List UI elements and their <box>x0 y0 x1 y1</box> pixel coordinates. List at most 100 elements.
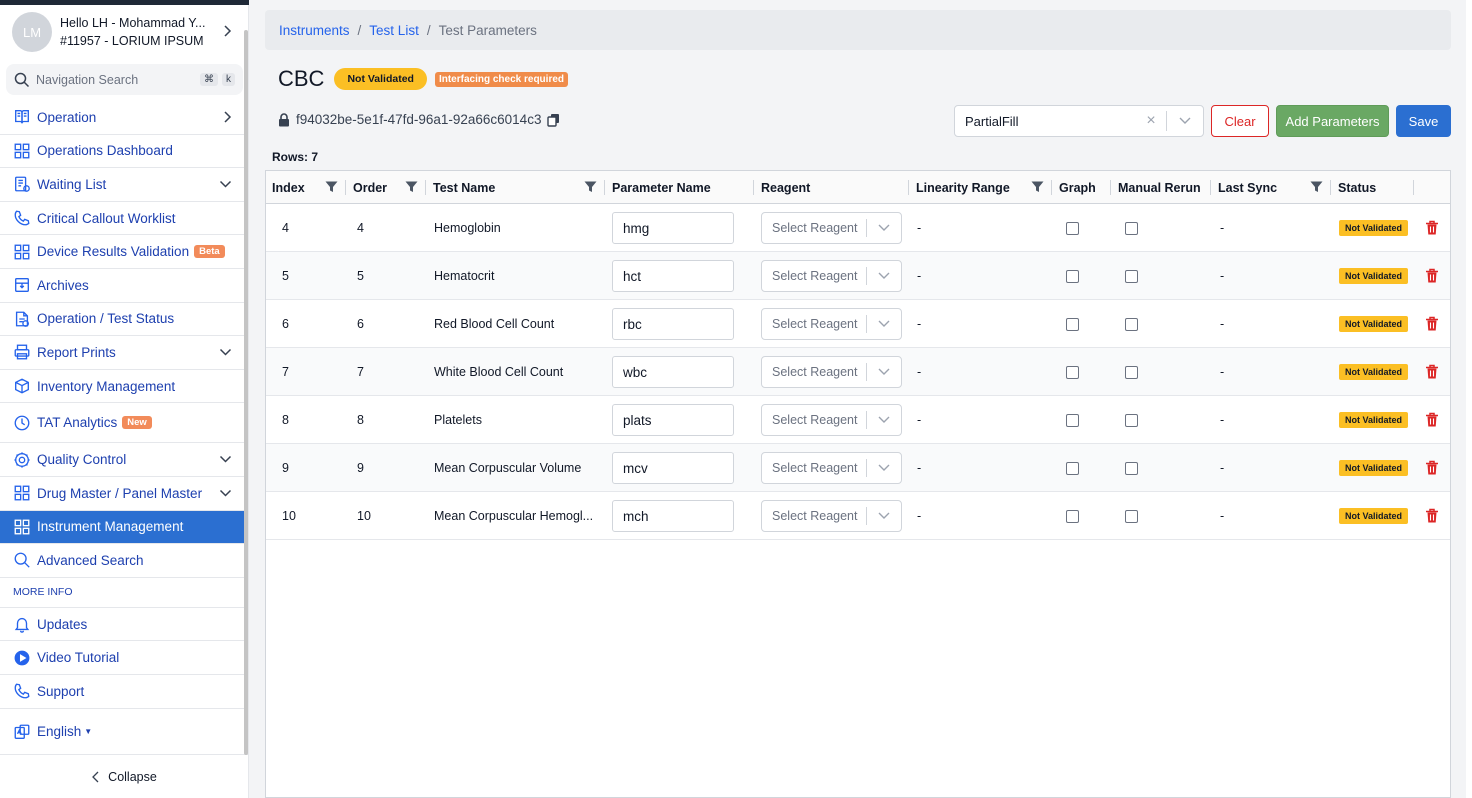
nav-item-operation[interactable]: Operation <box>0 101 244 135</box>
manual-rerun-checkbox[interactable] <box>1125 413 1138 427</box>
chevron-down-icon[interactable] <box>867 368 901 376</box>
user-profile[interactable]: LM Hello LH - Mohammad Y... #11957 - LOR… <box>0 5 244 59</box>
column-header-test-name[interactable]: Test Name <box>427 171 605 204</box>
graph-checkbox[interactable] <box>1066 413 1079 427</box>
grid-icon <box>12 141 32 161</box>
fill-mode-select[interactable]: PartialFill × <box>954 105 1204 137</box>
nav-item-waiting-list[interactable]: Waiting List <box>0 168 244 202</box>
nav-item-drug-master-panel-master[interactable]: Drug Master / Panel Master <box>0 477 244 511</box>
nav-item-updates[interactable]: Updates <box>0 608 244 642</box>
chevron-right-icon[interactable] <box>222 24 232 41</box>
chevron-down-icon[interactable] <box>867 416 901 424</box>
delete-icon[interactable] <box>1425 348 1439 396</box>
chevron-down-icon[interactable] <box>867 320 901 328</box>
breadcrumb-test-list[interactable]: Test List <box>369 23 419 38</box>
nav-item-tat-analytics[interactable]: TAT Analytics New <box>0 403 244 444</box>
collapse-button[interactable]: Collapse <box>0 754 249 798</box>
filter-icon[interactable] <box>584 181 597 196</box>
nav-item-critical-callout-worklist[interactable]: Critical Callout Worklist <box>0 202 244 236</box>
manual-rerun-checkbox[interactable] <box>1125 221 1138 235</box>
column-header-index[interactable]: Index <box>266 171 346 204</box>
reagent-select[interactable]: Select Reagent <box>761 404 902 436</box>
parameter-name-input[interactable]: mch <box>612 500 734 532</box>
reagent-select[interactable]: Select Reagent <box>761 260 902 292</box>
parameter-name-input[interactable]: rbc <box>612 308 734 340</box>
chevron-down-icon[interactable] <box>867 464 901 472</box>
manual-rerun-checkbox[interactable] <box>1125 269 1138 283</box>
manual-rerun-checkbox[interactable] <box>1125 317 1138 331</box>
column-header-manual-rerun[interactable]: Manual Rerun <box>1112 171 1211 204</box>
chevron-down-icon[interactable] <box>1167 117 1203 125</box>
nav-item-archives[interactable]: Archives <box>0 269 244 303</box>
nav-item-device-results-validation[interactable]: Device Results Validation Beta <box>0 235 244 269</box>
nav-item-operation-test-status[interactable]: Operation / Test Status <box>0 303 244 337</box>
chevron-right-icon[interactable] <box>222 110 232 127</box>
translate-icon <box>12 722 32 742</box>
delete-icon[interactable] <box>1425 300 1439 348</box>
parameter-name-input[interactable]: hmg <box>612 212 734 244</box>
delete-icon[interactable] <box>1425 444 1439 492</box>
clear-select-icon[interactable]: × <box>1136 112 1166 130</box>
nav-item-instrument-management[interactable]: Instrument Management <box>0 510 244 545</box>
column-header-parameter-name[interactable]: Parameter Name <box>606 171 754 204</box>
nav-item-support[interactable]: Support <box>0 675 244 709</box>
column-header-actions[interactable] <box>1415 171 1451 204</box>
parameter-name-input[interactable]: hct <box>612 260 734 292</box>
save-button[interactable]: Save <box>1396 105 1451 137</box>
graph-checkbox[interactable] <box>1066 221 1079 235</box>
nav-item-video-tutorial[interactable]: Video Tutorial <box>0 641 244 675</box>
delete-icon[interactable] <box>1425 396 1439 444</box>
graph-checkbox[interactable] <box>1066 317 1079 331</box>
column-header-linearity-range[interactable]: Linearity Range <box>910 171 1052 204</box>
reagent-select[interactable]: Select Reagent <box>761 212 902 244</box>
column-header-reagent[interactable]: Reagent <box>755 171 909 204</box>
column-header-last-sync[interactable]: Last Sync <box>1212 171 1331 204</box>
nav-item-operations-dashboard[interactable]: Operations Dashboard <box>0 135 244 169</box>
clear-button[interactable]: Clear <box>1211 105 1269 137</box>
delete-icon[interactable] <box>1425 204 1439 252</box>
nav-badge: Beta <box>194 245 225 259</box>
chevron-down-icon[interactable] <box>219 452 232 467</box>
delete-icon[interactable] <box>1425 252 1439 300</box>
parameter-name-input[interactable]: mcv <box>612 452 734 484</box>
breadcrumb-instruments[interactable]: Instruments <box>279 23 350 38</box>
delete-icon[interactable] <box>1425 492 1439 540</box>
reagent-select[interactable]: Select Reagent <box>761 500 902 532</box>
manual-rerun-checkbox[interactable] <box>1125 509 1138 523</box>
navigation-search[interactable]: Navigation Search ⌘ k <box>6 64 243 95</box>
breadcrumb-current: Test Parameters <box>438 22 537 38</box>
nav-item-quality-control[interactable]: Quality Control <box>0 443 244 477</box>
page-scrollbar[interactable] <box>1466 0 1472 798</box>
column-header-status[interactable]: Status <box>1332 171 1414 204</box>
chevron-down-icon[interactable] <box>219 345 232 360</box>
filter-icon[interactable] <box>1031 181 1044 196</box>
reagent-select[interactable]: Select Reagent <box>761 308 902 340</box>
manual-rerun-checkbox[interactable] <box>1125 365 1138 379</box>
language-selector[interactable]: English ▼ <box>0 709 244 755</box>
filter-icon[interactable] <box>325 181 338 196</box>
column-header-graph[interactable]: Graph <box>1053 171 1111 204</box>
reagent-select[interactable]: Select Reagent <box>761 356 902 388</box>
reagent-select[interactable]: Select Reagent <box>761 452 902 484</box>
chevron-down-icon[interactable] <box>867 272 901 280</box>
chevron-down-icon[interactable] <box>219 486 232 501</box>
nav-item-advanced-search[interactable]: Advanced Search <box>0 544 244 578</box>
graph-checkbox[interactable] <box>1066 461 1079 475</box>
parameter-name-input[interactable]: plats <box>612 404 734 436</box>
sidebar-scrollbar[interactable] <box>244 30 248 755</box>
chevron-down-icon[interactable] <box>219 177 232 192</box>
graph-checkbox[interactable] <box>1066 509 1079 523</box>
graph-checkbox[interactable] <box>1066 365 1079 379</box>
manual-rerun-checkbox[interactable] <box>1125 461 1138 475</box>
chevron-down-icon[interactable] <box>867 224 901 232</box>
copy-icon[interactable] <box>547 113 560 127</box>
chevron-down-icon[interactable] <box>867 512 901 520</box>
column-header-order[interactable]: Order <box>347 171 426 204</box>
add-parameters-button[interactable]: Add Parameters <box>1276 105 1389 137</box>
filter-icon[interactable] <box>1310 181 1323 196</box>
nav-item-report-prints[interactable]: Report Prints <box>0 336 244 370</box>
filter-icon[interactable] <box>405 181 418 196</box>
parameter-name-input[interactable]: wbc <box>612 356 734 388</box>
nav-item-inventory-management[interactable]: Inventory Management <box>0 370 244 404</box>
graph-checkbox[interactable] <box>1066 269 1079 283</box>
